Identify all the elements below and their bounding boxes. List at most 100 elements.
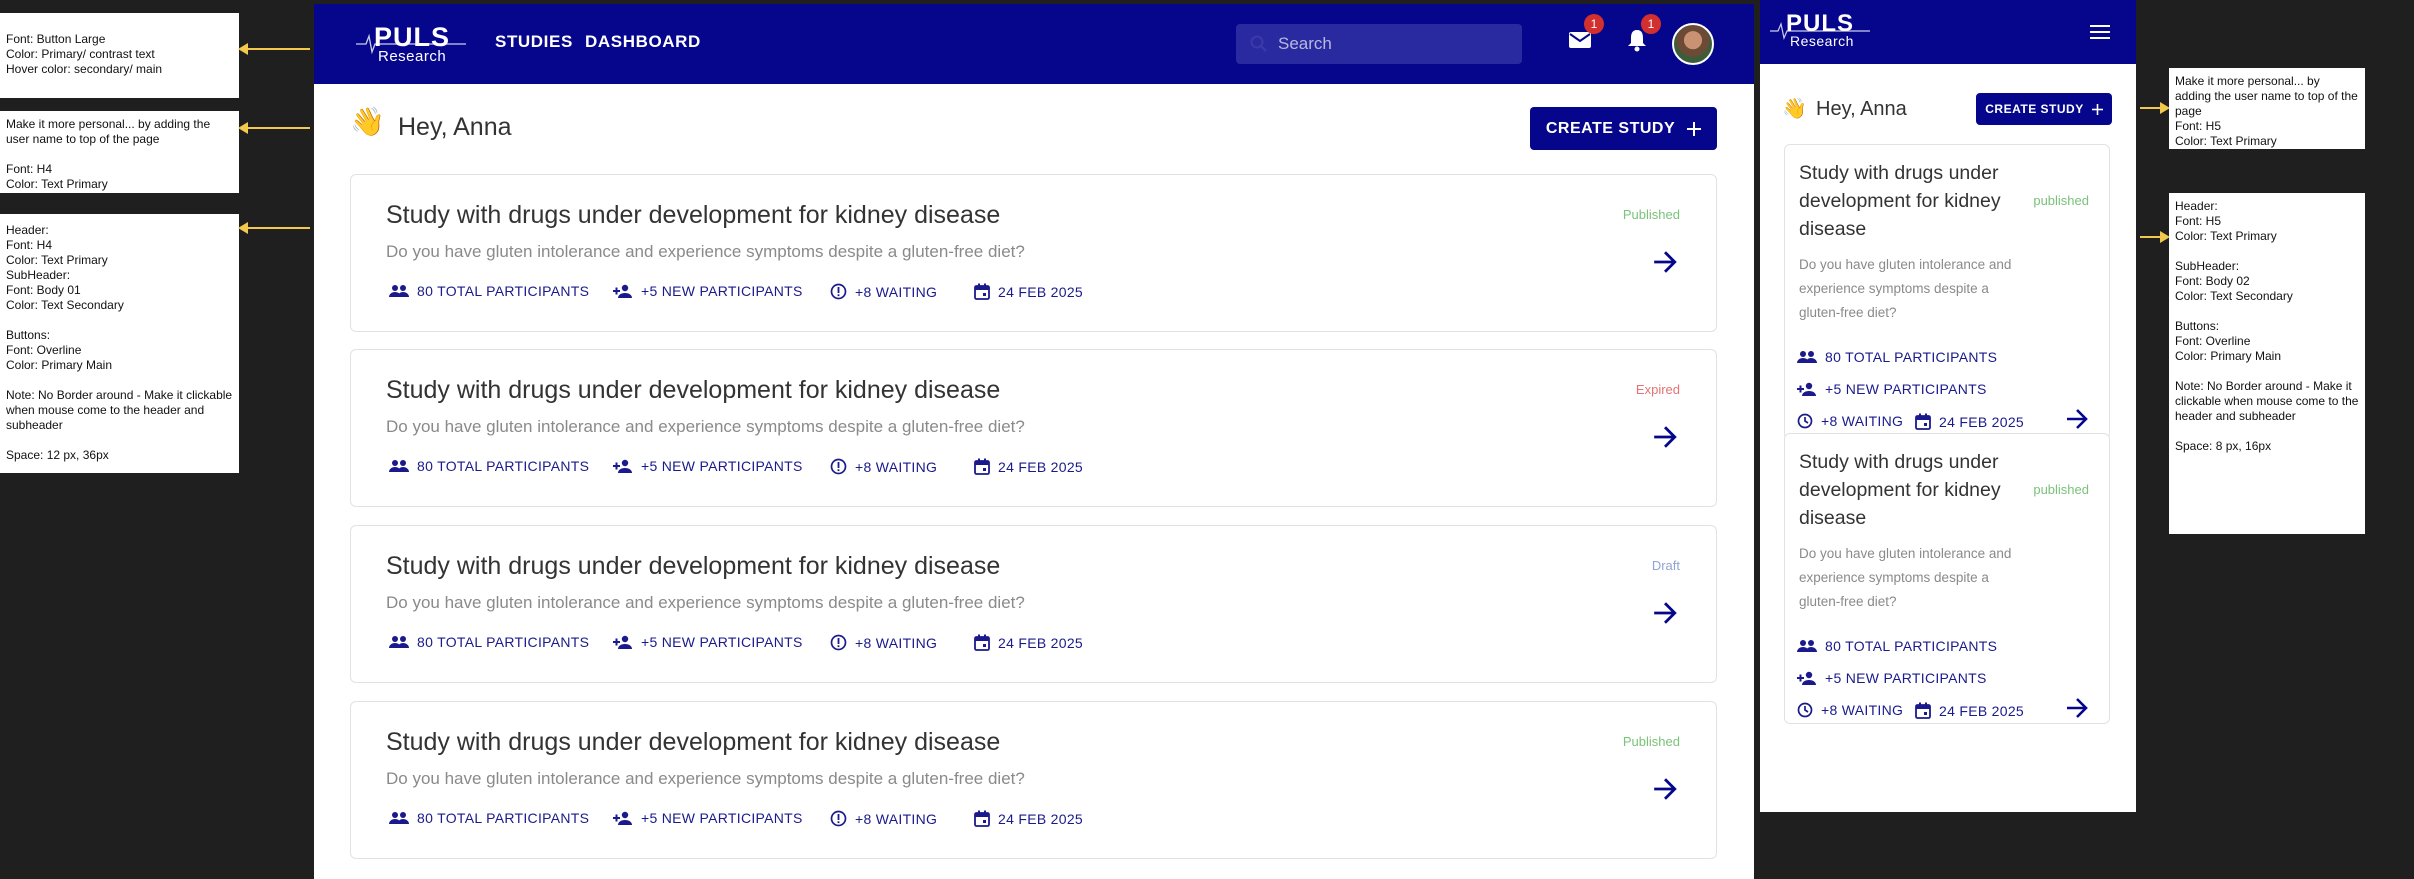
search-icon	[1250, 35, 1267, 52]
open-study-button[interactable]	[1652, 249, 1678, 280]
people-icon	[389, 460, 409, 472]
study-meta[interactable]: 24 FEB 2025	[974, 810, 1083, 827]
nav-studies[interactable]: STUDIES	[495, 32, 573, 52]
study-subtitle[interactable]: Do you have gluten intolerance and exper…	[386, 417, 1025, 437]
study-card[interactable]: Study with drugs under development for k…	[1784, 433, 2110, 724]
study-subtitle[interactable]: Do you have gluten intolerance and exper…	[386, 242, 1025, 262]
arrow-right-icon	[1654, 426, 1677, 448]
study-meta[interactable]: 24 FEB 2025	[974, 458, 1083, 475]
annotation-arrow	[2140, 102, 2170, 114]
note-line: Color: Text Primary	[6, 177, 108, 191]
study-title[interactable]: Study with drugs under development for k…	[386, 376, 1000, 405]
calendar-icon	[974, 634, 990, 651]
study-card[interactable]: Study with drugs under development for k…	[350, 525, 1717, 683]
search-box[interactable]: Search	[1236, 24, 1522, 64]
annotation-arrow	[238, 222, 310, 234]
study-meta[interactable]: +5 NEW PARTICIPANTS	[1797, 381, 1987, 397]
study-meta[interactable]: 24 FEB 2025	[974, 283, 1083, 300]
study-card[interactable]: Study with drugs under development for k…	[350, 174, 1717, 332]
avatar[interactable]	[1672, 23, 1714, 65]
study-meta[interactable]: +8 WAITING	[830, 810, 937, 827]
study-meta[interactable]: 80 TOTAL PARTICIPANTS	[389, 458, 589, 474]
study-meta[interactable]: 80 TOTAL PARTICIPANTS	[389, 634, 589, 650]
study-subtitle[interactable]: Do you have gluten intolerance and exper…	[386, 593, 1025, 613]
plus-glyph	[2091, 103, 2103, 115]
create-study-button[interactable]: CREATE STUDY	[1530, 107, 1717, 150]
person-add-icon	[1797, 382, 1816, 396]
nav-dashboard[interactable]: DASHBOARD	[585, 32, 701, 52]
open-study-button[interactable]	[1652, 424, 1678, 455]
open-study-button[interactable]	[1652, 776, 1678, 807]
plus-glyph	[1687, 121, 1702, 136]
study-meta-label: +8 WAITING	[855, 458, 938, 475]
arrow-right-icon	[2067, 698, 2088, 718]
study-meta-label: 80 TOTAL PARTICIPANTS	[417, 810, 590, 826]
study-card[interactable]: Study with drugs under development for k…	[1784, 144, 2110, 440]
study-meta[interactable]: 24 FEB 2025	[1915, 413, 2024, 430]
annotation-button-note: Font: Button Large Color: Primary/ contr…	[0, 13, 239, 98]
study-meta-label: 80 TOTAL PARTICIPANTS	[417, 634, 590, 650]
study-meta[interactable]: +5 NEW PARTICIPANTS	[613, 458, 803, 474]
study-meta-label: +8 WAITING	[855, 634, 938, 651]
annotation-card-note: Header: Font: H4 Color: Text Primary Sub…	[0, 214, 239, 473]
study-meta[interactable]: 80 TOTAL PARTICIPANTS	[389, 283, 589, 299]
alert-circle-icon	[830, 634, 847, 651]
study-meta-label: 80 TOTAL PARTICIPANTS	[1825, 349, 1998, 365]
calendar-icon	[1915, 702, 1931, 719]
study-title[interactable]: Study with drugs under development for k…	[386, 201, 1000, 230]
plus-icon	[2091, 103, 2103, 115]
note-line: Font: H5	[2175, 119, 2222, 133]
brand-sub: Research	[1790, 33, 1854, 49]
mobile-app-bar: PULS Research	[1760, 0, 2136, 64]
study-meta[interactable]: +8 WAITING	[1797, 413, 1903, 429]
open-study-button[interactable]	[2065, 407, 2089, 436]
study-card[interactable]: Study with drugs under development for k…	[350, 701, 1717, 859]
study-card[interactable]: Study with drugs under development for k…	[350, 349, 1717, 507]
study-meta[interactable]: +8 WAITING	[830, 283, 937, 300]
open-study-button[interactable]	[1652, 600, 1678, 631]
study-meta[interactable]: +5 NEW PARTICIPANTS	[1797, 670, 1987, 686]
search-placeholder: Search	[1278, 34, 1332, 53]
study-subtitle[interactable]: Do you have gluten intolerance and exper…	[1799, 542, 2031, 614]
menu-icon[interactable]	[2090, 24, 2110, 40]
study-meta[interactable]: +8 WAITING	[830, 634, 937, 651]
study-meta[interactable]: +8 WAITING	[830, 458, 937, 475]
study-meta[interactable]: +5 NEW PARTICIPANTS	[613, 634, 803, 650]
study-meta[interactable]: +8 WAITING	[1797, 702, 1903, 718]
study-meta[interactable]: 80 TOTAL PARTICIPANTS	[1797, 349, 1997, 365]
note-line: Color: Text Primary	[6, 253, 108, 267]
mail-button[interactable]: 1	[1568, 14, 1604, 55]
annotation-arrow	[2140, 231, 2170, 243]
study-meta[interactable]: +5 NEW PARTICIPANTS	[613, 810, 803, 826]
study-meta[interactable]: +5 NEW PARTICIPANTS	[613, 283, 803, 299]
study-title[interactable]: Study with drugs under development for k…	[386, 728, 1000, 757]
note-line: Font: Overline	[2175, 334, 2251, 348]
note-line: Font: H4	[6, 238, 53, 252]
study-title[interactable]: Study with drugs under development for k…	[386, 552, 1000, 581]
study-subtitle[interactable]: Do you have gluten intolerance and exper…	[1799, 253, 2031, 325]
study-meta[interactable]: 80 TOTAL PARTICIPANTS	[1797, 638, 1997, 654]
note-line: Make it more personal... by adding the u…	[6, 117, 214, 146]
person-add-icon	[613, 811, 632, 825]
open-study-button[interactable]	[2065, 696, 2089, 725]
calendar-icon	[974, 810, 990, 827]
study-subtitle[interactable]: Do you have gluten intolerance and exper…	[386, 769, 1025, 789]
note-line: Buttons:	[6, 328, 51, 342]
study-meta[interactable]: 24 FEB 2025	[974, 634, 1083, 651]
note-line: Color: Text Secondary	[2175, 289, 2293, 303]
study-title[interactable]: Study with drugs under development for k…	[1799, 448, 2021, 532]
study-title[interactable]: Study with drugs under development for k…	[1799, 159, 2021, 243]
people-icon	[389, 636, 409, 648]
study-meta-label: 24 FEB 2025	[998, 634, 1084, 651]
create-study-button[interactable]: CREATE STUDY	[1976, 93, 2112, 125]
clock-icon	[1797, 413, 1813, 429]
annotation-arrow	[238, 43, 310, 55]
note-line: Color: Primary Main	[2175, 349, 2282, 363]
study-meta[interactable]: 24 FEB 2025	[1915, 702, 2024, 719]
study-meta-label: +5 NEW PARTICIPANTS	[641, 458, 803, 474]
create-study-label: CREATE STUDY	[1985, 102, 2084, 116]
study-status: published	[2033, 193, 2089, 208]
study-meta[interactable]: 80 TOTAL PARTICIPANTS	[389, 810, 589, 826]
notifications-button[interactable]: 1	[1627, 14, 1661, 57]
plus-icon	[1687, 121, 1702, 136]
